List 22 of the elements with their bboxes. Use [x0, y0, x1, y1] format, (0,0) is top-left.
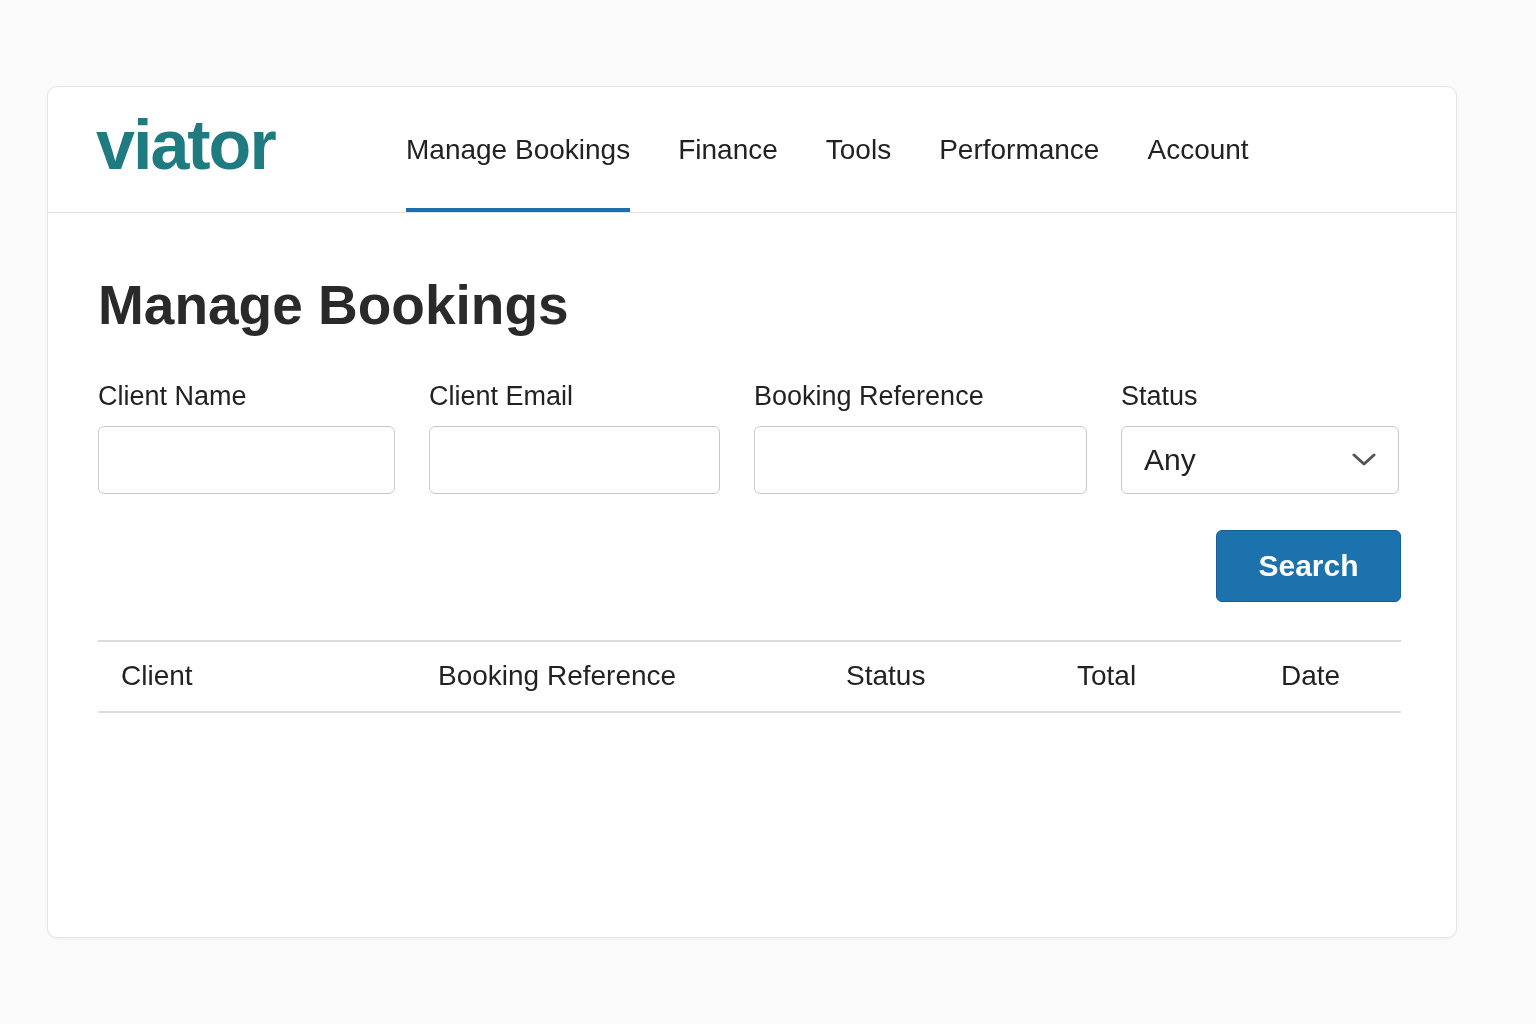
- page-title: Manage Bookings: [98, 275, 570, 336]
- field-label: Client Name: [98, 379, 248, 412]
- column-header: Total: [1077, 659, 1138, 694]
- field-label: Client Email: [429, 379, 575, 412]
- input-field[interactable]: [754, 425, 1087, 494]
- column-header: Status: [846, 659, 927, 694]
- column-header: Date: [1281, 659, 1342, 694]
- field-label: Booking Reference: [754, 379, 985, 412]
- column-header: Client: [121, 659, 194, 694]
- viator-logo[interactable]: viator: [96, 109, 406, 190]
- status-dropdown[interactable]: Any: [1121, 425, 1399, 494]
- search-button[interactable]: Search: [1216, 529, 1401, 602]
- nav-tab[interactable]: Manage Bookings: [406, 87, 631, 212]
- nav-tab[interactable]: Performance: [939, 87, 1100, 212]
- field-label: Status: [1121, 379, 1199, 412]
- input-field[interactable]: [429, 425, 720, 494]
- input-field[interactable]: [98, 425, 395, 494]
- nav-tab[interactable]: Account: [1147, 87, 1249, 212]
- chevron-down-icon: [1352, 452, 1376, 467]
- nav-tab[interactable]: Finance: [678, 87, 778, 212]
- nav-tab[interactable]: Tools: [825, 87, 892, 212]
- column-header: Booking Reference: [438, 659, 678, 694]
